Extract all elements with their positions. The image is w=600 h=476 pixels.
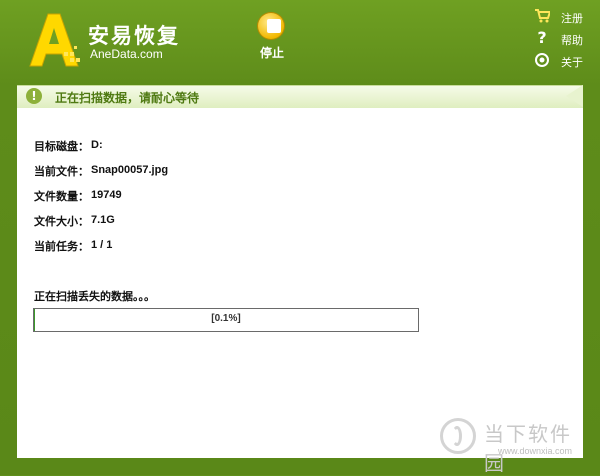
- about-label: 关于: [561, 54, 583, 70]
- stop-icon: [258, 13, 284, 39]
- progress-text: [0.1%]: [34, 313, 418, 324]
- help-icon: ?: [534, 30, 550, 46]
- about-icon: [534, 52, 550, 68]
- status-text: 正在扫描数据，请耐心等待: [55, 89, 199, 106]
- detail-label: 当前任务：: [34, 238, 89, 254]
- detail-value: 1 / 1: [91, 239, 112, 251]
- watermark-url: www.downxia.com: [498, 446, 572, 456]
- detail-label: 当前文件：: [34, 163, 89, 179]
- detail-value: Snap00057.jpg: [91, 164, 168, 176]
- app-window: 安易恢复 AneData.com 停止 注册 ? 帮助 关于 ! 正在扫描数据，…: [0, 0, 600, 475]
- detail-value: D:: [91, 139, 103, 151]
- stop-button[interactable]: 停止: [255, 13, 289, 63]
- help-label: 帮助: [561, 32, 583, 48]
- watermark: 当下软件园 www.downxia.com: [440, 412, 590, 464]
- detail-label: 文件数量：: [34, 188, 89, 204]
- help-menu-item[interactable]: ? 帮助: [534, 30, 600, 48]
- about-menu-item[interactable]: 关于: [534, 52, 600, 70]
- progress-bar: [0.1%]: [33, 308, 419, 332]
- status-bar-tail: [566, 85, 583, 107]
- status-bar: ! 正在扫描数据，请耐心等待: [17, 85, 583, 108]
- brand-website: AneData.com: [90, 47, 163, 61]
- watermark-logo-icon: [440, 418, 476, 454]
- brand-name: 安易恢复: [88, 20, 180, 50]
- register-label: 注册: [561, 10, 583, 26]
- detail-label: 文件大小：: [34, 213, 89, 229]
- scan-message: 正在扫描丢失的数据。。。: [34, 288, 155, 304]
- info-icon: !: [26, 88, 42, 104]
- cart-icon: [534, 8, 550, 24]
- detail-value: 7.1G: [91, 214, 115, 226]
- detail-label: 目标磁盘：: [34, 138, 89, 154]
- register-menu-item[interactable]: 注册: [534, 8, 600, 26]
- detail-value: 19749: [91, 189, 122, 201]
- stop-button-label: 停止: [255, 44, 289, 61]
- header: 安易恢复 AneData.com 停止 注册 ? 帮助 关于: [0, 0, 600, 84]
- logo-icon: [28, 12, 80, 68]
- scan-panel: 目标磁盘： D: 当前文件： Snap00057.jpg 文件数量： 19749…: [17, 108, 583, 458]
